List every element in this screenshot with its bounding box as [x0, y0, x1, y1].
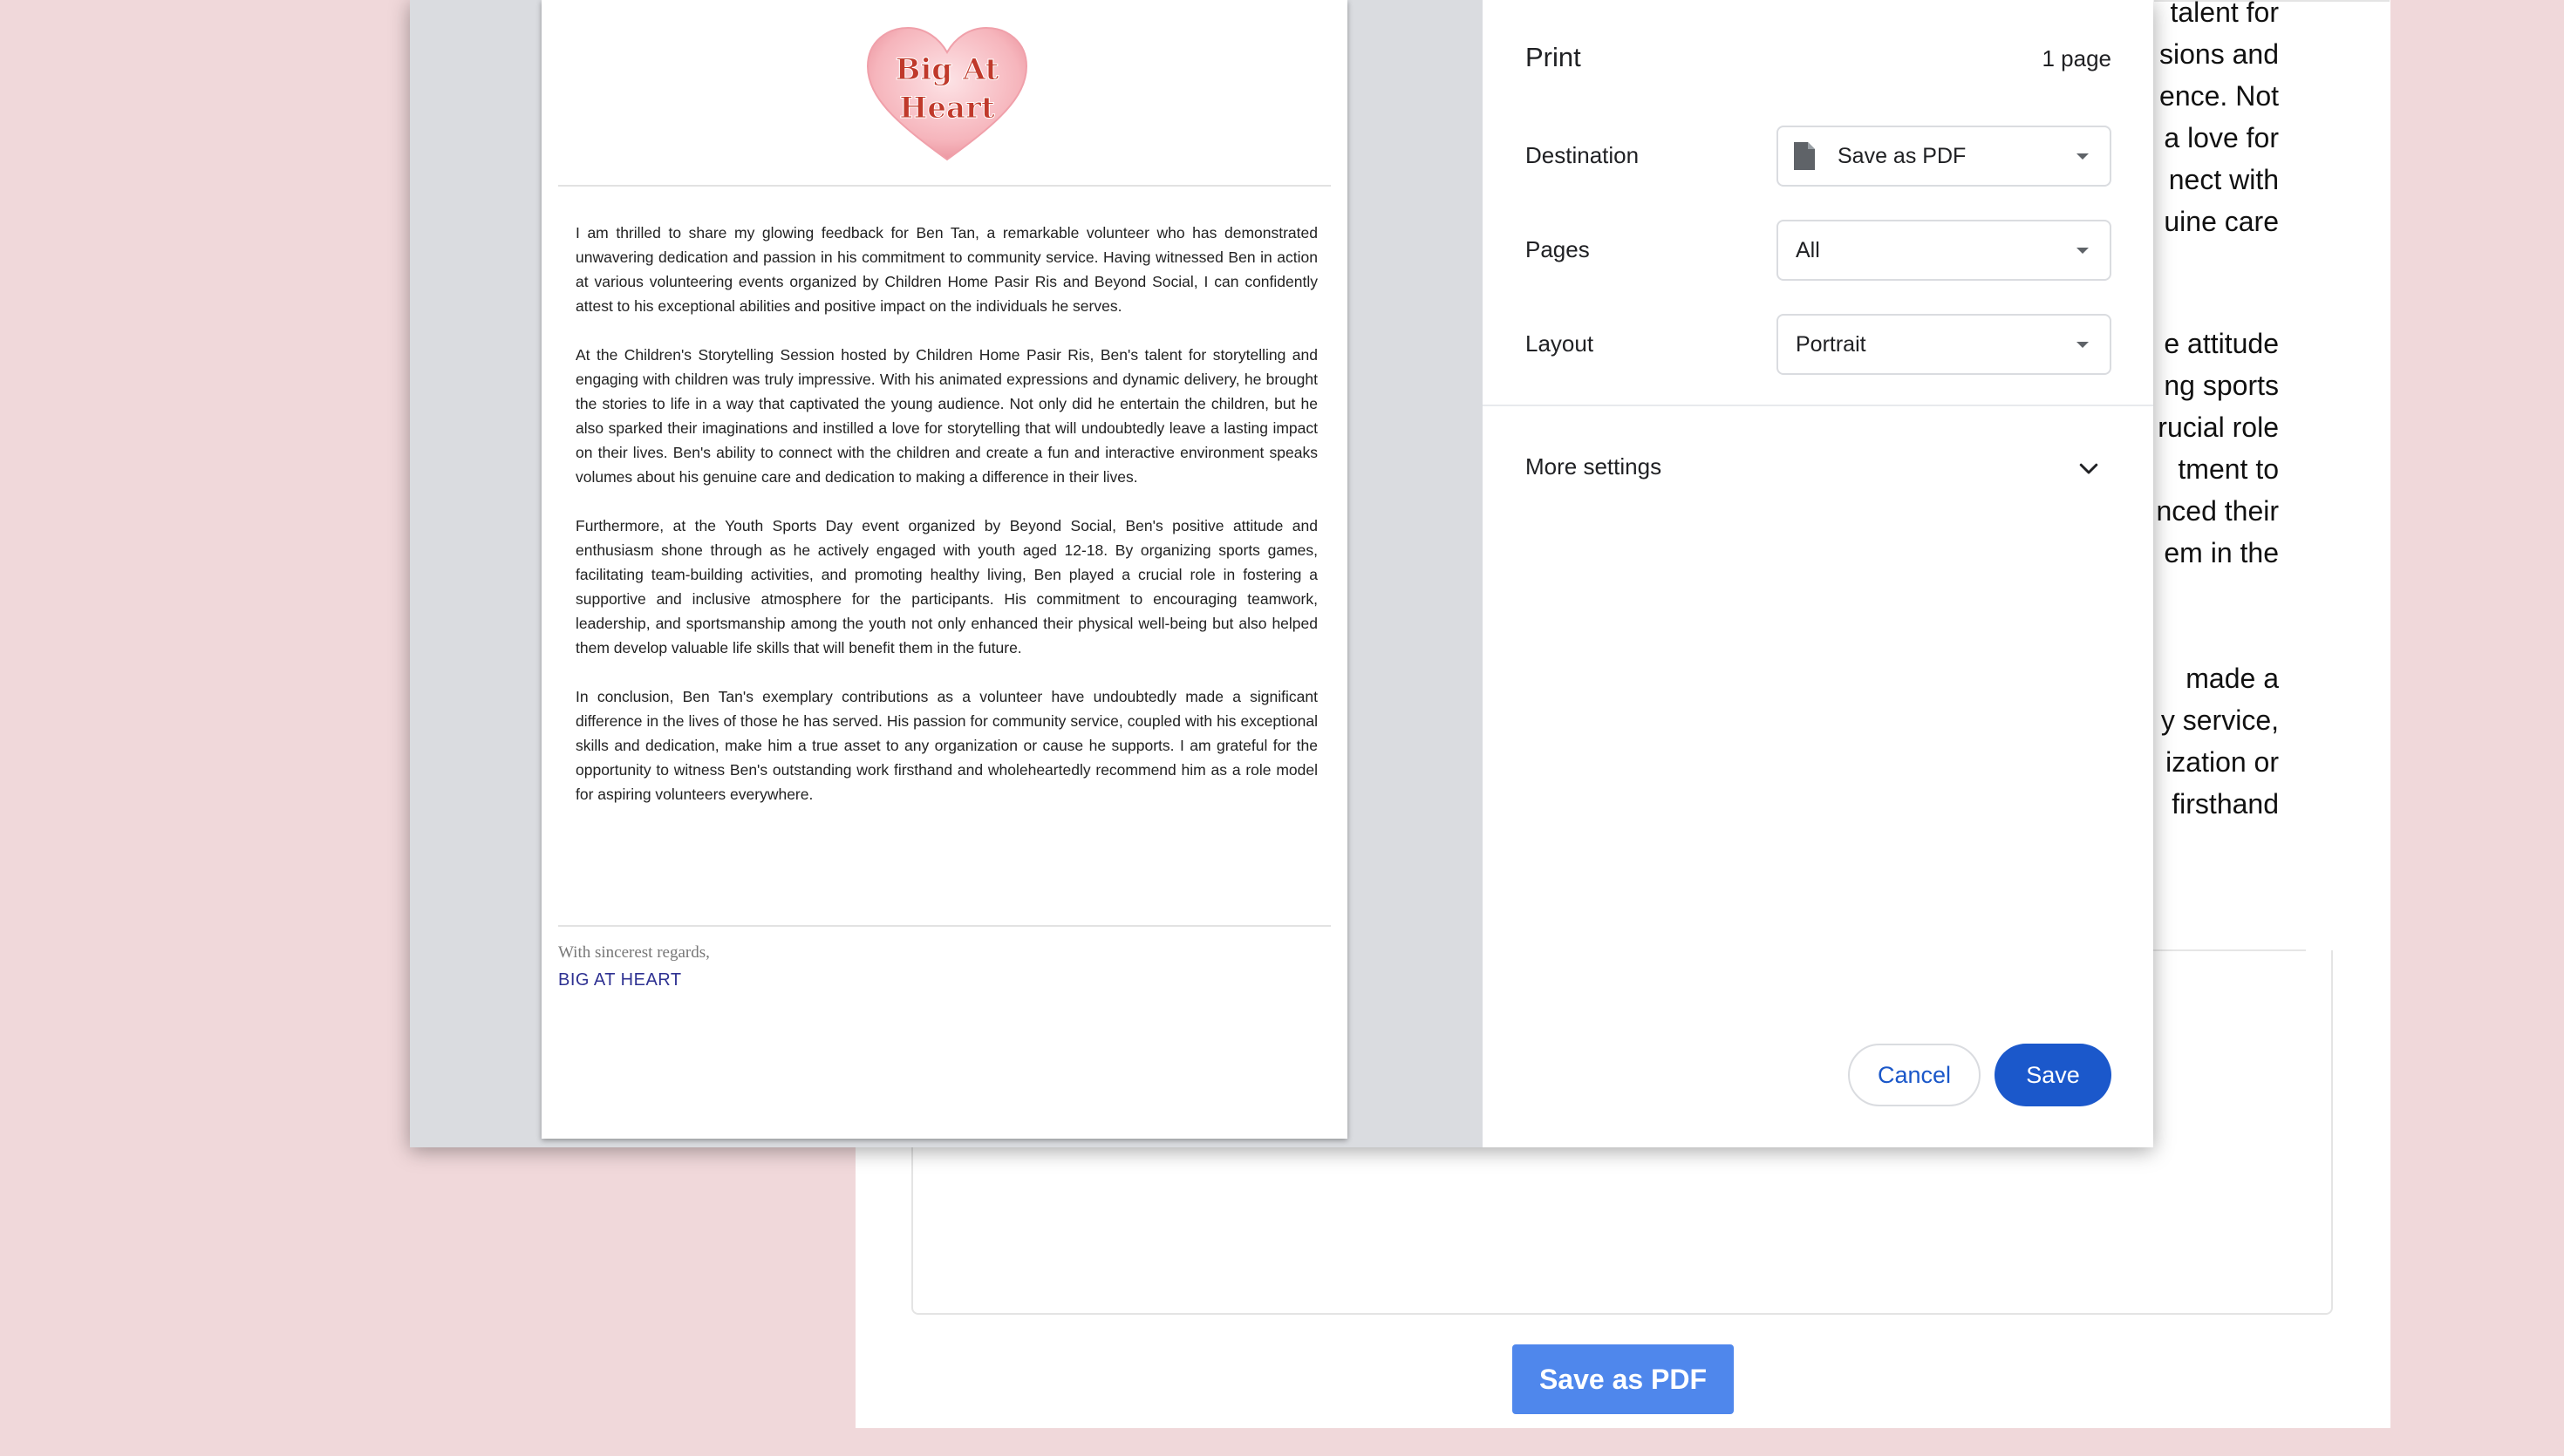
- destination-select[interactable]: Save as PDF: [1776, 126, 2111, 187]
- pages-label: Pages: [1525, 236, 1590, 262]
- document-icon: [1792, 140, 1817, 172]
- background-text-line: sions and: [2159, 38, 2279, 70]
- cancel-button[interactable]: Cancel: [1848, 1044, 1981, 1106]
- chevron-down-icon[interactable]: [2076, 455, 2102, 481]
- dropdown-arrow-icon: [2076, 248, 2089, 254]
- layout-value: Portrait: [1796, 331, 1866, 357]
- background-text-line: tment to: [2178, 453, 2279, 485]
- background-text-line: ization or: [2165, 746, 2279, 778]
- layout-select[interactable]: Portrait: [1776, 314, 2111, 375]
- print-settings-panel: Print 1 page Destination Save as PDF Pag…: [1483, 0, 2153, 1147]
- background-text-line: ng sports: [2164, 370, 2279, 401]
- preview-header-rule: [558, 185, 1331, 187]
- save-as-pdf-button[interactable]: Save as PDF: [1512, 1344, 1734, 1414]
- background-text-line: e attitude: [2164, 328, 2279, 359]
- destination-label: Destination: [1525, 142, 1640, 168]
- letter-paragraph: I am thrilled to share my glowing feedba…: [576, 224, 1318, 315]
- dropdown-arrow-icon: [2076, 153, 2089, 160]
- layout-label: Layout: [1525, 330, 1594, 357]
- letter-paragraph: At the Children's Storytelling Session h…: [576, 346, 1318, 486]
- background-text-line: a love for: [2164, 122, 2279, 153]
- pages-select[interactable]: All: [1776, 220, 2111, 281]
- dialog-title: Print: [1525, 42, 1581, 72]
- save-button[interactable]: Save: [1995, 1044, 2111, 1106]
- letter-paragraph: In conclusion, Ben Tan's exemplary contr…: [576, 688, 1318, 803]
- background-text-line: made a: [2186, 663, 2279, 694]
- print-preview-area: Big At Heart I am thrilled to share my g…: [410, 0, 1483, 1147]
- page-count: 1 page: [2042, 45, 2111, 71]
- logo-text-line1: Big At: [896, 52, 999, 87]
- letter-organization: BIG AT HEART: [558, 970, 682, 990]
- background-text-line: talent for: [2170, 0, 2279, 28]
- logo-text-line2: Heart: [899, 91, 995, 126]
- background-text-line: em in the: [2164, 537, 2279, 568]
- background-text-line: uine care: [2164, 206, 2279, 237]
- preview-page: Big At Heart I am thrilled to share my g…: [542, 0, 1347, 1139]
- background-text-line: ence. Not: [2159, 80, 2279, 112]
- settings-divider: [1483, 405, 2153, 406]
- pages-value: All: [1796, 237, 1820, 262]
- print-dialog: Big At Heart I am thrilled to share my g…: [410, 0, 2153, 1147]
- letter-sign-off: With sincerest regards,: [558, 943, 710, 962]
- preview-footer-rule: [558, 925, 1331, 927]
- background-text-line: rucial role: [2158, 412, 2279, 443]
- destination-value: Save as PDF: [1838, 143, 1967, 168]
- background-text-line: nect with: [2168, 164, 2279, 195]
- more-settings-toggle[interactable]: More settings: [1525, 453, 1661, 480]
- letter-body: I am thrilled to share my glowing feedba…: [576, 221, 1318, 831]
- big-at-heart-logo: Big At Heart: [864, 24, 1030, 164]
- background-text-line: firsthand: [2172, 788, 2279, 820]
- dropdown-arrow-icon: [2076, 342, 2089, 348]
- background-text-line: nced their: [2156, 495, 2279, 527]
- background-text-line: y service,: [2160, 704, 2279, 736]
- letter-paragraph: Furthermore, at the Youth Sports Day eve…: [576, 517, 1318, 657]
